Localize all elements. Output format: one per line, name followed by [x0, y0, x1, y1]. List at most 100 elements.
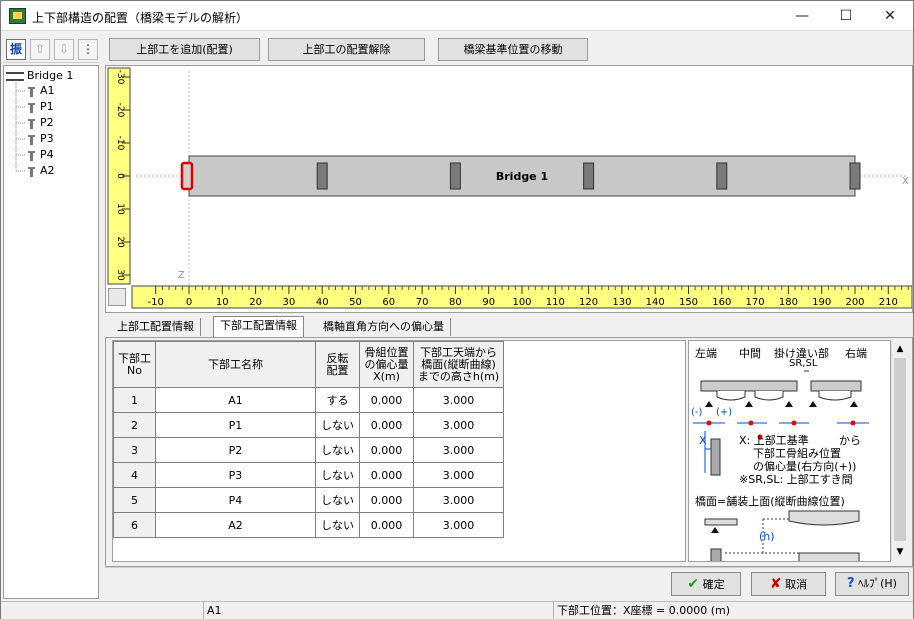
- cell-offset[interactable]: 0.000: [359, 512, 414, 538]
- y-tick-label: -30: [115, 70, 125, 85]
- cell-offset[interactable]: 0.000: [359, 437, 414, 463]
- x-tick-label: 160: [712, 297, 731, 308]
- layout-canvas[interactable]: -30 -20 -10 0 10 20 30 -10 0 10 20 30 40 50 60 70 80 90 1…: [105, 65, 913, 313]
- substructure-table: 下部工 No 下部工名称 反転 配置 骨組位置 の偏心量 X(m) 下部工天端か…: [113, 341, 504, 538]
- status-selection: A1: [203, 602, 553, 619]
- horizontal-ruler: -10 0 10 20 30 40 50 60 70 80 90 100 110 120 130 140 150…: [131, 285, 912, 309]
- tree-item-label: P3: [40, 132, 54, 145]
- tree-item-label: P1: [40, 100, 54, 113]
- header-reverse: 反転 配置: [315, 341, 360, 388]
- support-marker[interactable]: [849, 162, 861, 190]
- x-tick-label: 150: [679, 297, 698, 308]
- tab-eccentricity[interactable]: 橋軸直角方向への偏心量: [317, 318, 451, 336]
- x-tick-label: -10: [148, 297, 164, 308]
- remove-placement-button[interactable]: 上部工の配置解除: [268, 38, 425, 61]
- cell-reverse[interactable]: しない: [315, 512, 360, 538]
- y-tick-label: 30: [115, 269, 125, 281]
- help-button[interactable]: ? ﾍﾙﾌﾟ(H): [835, 572, 909, 596]
- tree-item-p3[interactable]: P3: [26, 131, 54, 146]
- label-x: X: [699, 434, 707, 447]
- cell-height[interactable]: 3.000: [413, 512, 504, 538]
- x-tick-label: 190: [812, 297, 831, 308]
- table-row[interactable]: 2 P1 しない 0.000 3.000: [113, 412, 504, 438]
- cell-reverse[interactable]: しない: [315, 487, 360, 513]
- pier-icon: [26, 118, 37, 129]
- tab-bar: 上部工配置情報 下部工配置情報 橋軸直角方向への偏心量: [105, 316, 913, 337]
- cell-offset[interactable]: 0.000: [359, 487, 414, 513]
- structure-tree[interactable]: Bridge 1 A1 P1 P2 P3 P4 A2: [3, 65, 99, 599]
- ok-button[interactable]: ✔ 確定: [671, 572, 741, 596]
- move-up-button[interactable]: ⇧: [30, 39, 50, 60]
- cell-name[interactable]: P1: [155, 412, 316, 438]
- x-tick-label: 0: [186, 297, 192, 308]
- more-button[interactable]: ⋮: [78, 39, 98, 60]
- table-row[interactable]: 1 A1 する 0.000 3.000: [113, 387, 504, 413]
- table-row[interactable]: 5 P4 しない 0.000 3.000: [113, 487, 504, 513]
- cell-name[interactable]: P2: [155, 437, 316, 463]
- y-tick-label: -10: [115, 136, 125, 151]
- scroll-down-icon[interactable]: ▼: [893, 545, 907, 559]
- tree-item-a1[interactable]: A1: [26, 83, 55, 98]
- cell-reverse[interactable]: する: [315, 387, 360, 413]
- table-row[interactable]: 3 P2 しない 0.000 3.000: [113, 437, 504, 463]
- cell-name[interactable]: A2: [155, 512, 316, 538]
- tab-substructure[interactable]: 下部工配置情報: [213, 316, 304, 337]
- cell-reverse[interactable]: しない: [315, 412, 360, 438]
- cell-height[interactable]: 3.000: [413, 487, 504, 513]
- scroll-up-icon[interactable]: ▲: [893, 342, 907, 356]
- cell-height[interactable]: 3.000: [413, 437, 504, 463]
- cell-name[interactable]: P4: [155, 487, 316, 513]
- header-offset: 骨組位置 の偏心量 X(m): [359, 341, 414, 388]
- maximize-button[interactable]: ☐: [823, 1, 869, 31]
- diagram-scrollbar[interactable]: ▲ ▼: [891, 340, 908, 562]
- table-row[interactable]: 6 A2 しない 0.000 3.000: [113, 512, 504, 538]
- cell-offset[interactable]: 0.000: [359, 412, 414, 438]
- table-row[interactable]: 4 P3 しない 0.000 3.000: [113, 462, 504, 488]
- toggle-button[interactable]: 振: [6, 39, 26, 60]
- layout-drawing[interactable]: -30 -20 -10 0 10 20 30 -10 0 10 20 30 40 50 60 70 80 90 1…: [106, 66, 913, 313]
- support-marker[interactable]: [316, 162, 328, 190]
- minimize-button[interactable]: —: [779, 1, 825, 31]
- support-marker[interactable]: [180, 161, 194, 191]
- x-tick-label: 50: [349, 297, 362, 308]
- cancel-button[interactable]: ✘ 取消: [751, 572, 826, 596]
- status-bar: A1 下部工位置：X座標 = 0.0000 (m): [1, 601, 913, 619]
- cell-offset[interactable]: 0.000: [359, 387, 414, 413]
- add-superstructure-button[interactable]: 上部工を追加(配置): [109, 38, 260, 61]
- cell-name[interactable]: A1: [155, 387, 316, 413]
- explanation-diagram: 左端 中間 掛け違い部 右端 SR,SL (-) (+) X X: 上部工基準 …: [688, 340, 891, 562]
- support-marker[interactable]: [583, 162, 595, 190]
- title-bar: 上下部構造の配置（橋梁モデルの解析） — ☐ ✕: [1, 1, 913, 31]
- substructure-grid[interactable]: 下部工 No 下部工名称 反転 配置 骨組位置 の偏心量 X(m) 下部工天端か…: [112, 340, 686, 562]
- x-tick-label: 60: [382, 297, 395, 308]
- close-button[interactable]: ✕: [867, 1, 913, 31]
- tree-item-p1[interactable]: P1: [26, 99, 54, 114]
- move-down-button[interactable]: ⇩: [54, 39, 74, 60]
- cell-name[interactable]: P3: [155, 462, 316, 488]
- tree-item-label: P2: [40, 116, 54, 129]
- deck-note: 橋面=舗装上面(縦断曲線位置): [695, 495, 845, 508]
- tree-item-label: A2: [40, 164, 55, 177]
- cell-reverse[interactable]: しない: [315, 437, 360, 463]
- cell-offset[interactable]: 0.000: [359, 462, 414, 488]
- header-name: 下部工名称: [155, 341, 316, 388]
- cross-icon: ✘: [769, 576, 782, 592]
- cell-reverse[interactable]: しない: [315, 462, 360, 488]
- support-marker[interactable]: [716, 162, 728, 190]
- support-marker[interactable]: [449, 162, 461, 190]
- maximize-icon: ☐: [839, 8, 853, 24]
- window-title: 上下部構造の配置（橋梁モデルの解析）: [32, 11, 249, 25]
- x-tick-label: 200: [845, 297, 864, 308]
- tree-item-a2[interactable]: A2: [26, 163, 55, 178]
- x-tick-label: 180: [779, 297, 798, 308]
- tree-item-p2[interactable]: P2: [26, 115, 54, 130]
- move-reference-button[interactable]: 橋梁基準位置の移動: [438, 38, 588, 61]
- tab-panel: 下部工 No 下部工名称 反転 配置 骨組位置 の偏心量 X(m) 下部工天端か…: [105, 337, 913, 567]
- cell-height[interactable]: 3.000: [413, 387, 504, 413]
- tree-item-p4[interactable]: P4: [26, 147, 54, 162]
- scroll-thumb[interactable]: [894, 358, 906, 541]
- arrow-down-icon: ⇩: [58, 42, 70, 56]
- cell-height[interactable]: 3.000: [413, 412, 504, 438]
- tab-superstructure[interactable]: 上部工配置情報: [111, 318, 201, 336]
- cell-height[interactable]: 3.000: [413, 462, 504, 488]
